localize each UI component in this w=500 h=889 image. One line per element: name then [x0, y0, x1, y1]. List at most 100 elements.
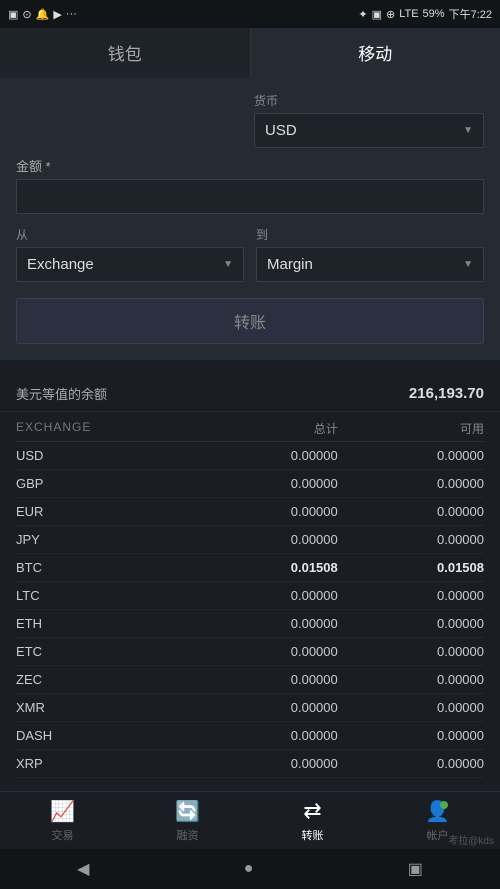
funding-icon: 🔄 [175, 799, 200, 824]
table-row: DASH0.000000.00000 [16, 722, 484, 750]
amount-input[interactable] [16, 179, 484, 214]
to-chevron-icon: ▼ [463, 259, 473, 270]
cell-total: 0.00000 [192, 616, 338, 631]
cell-total: 0.00000 [192, 504, 338, 519]
from-label: 从 [16, 226, 244, 243]
nfc-icon: ▣ [372, 8, 382, 21]
battery: 59% [423, 8, 445, 20]
cell-total: 0.00000 [192, 672, 338, 687]
bluetooth-icon: ✦ [358, 8, 367, 21]
cell-total: 0.00000 [192, 728, 338, 743]
cell-currency: LTC [16, 588, 192, 603]
nav-funding-label: 融资 [177, 827, 199, 843]
table-row: ZEC0.000000.00000 [16, 666, 484, 694]
nav-transfer[interactable]: ⇄ 转账 [250, 792, 375, 849]
key-icon: ⊕ [386, 8, 395, 21]
nav-trade-label: 交易 [52, 827, 74, 843]
back-button[interactable]: ◀ [77, 859, 89, 879]
recents-button[interactable]: ▣ [408, 859, 423, 879]
table-row: ETC0.000000.00000 [16, 638, 484, 666]
home-button[interactable]: ● [244, 860, 254, 878]
balance-section: 美元等值的余额 216,193.70 [0, 370, 500, 412]
table-row: GBP0.000000.00000 [16, 470, 484, 498]
app-icon-2: ⊙ [22, 8, 31, 21]
table-row: XMR0.000000.00000 [16, 694, 484, 722]
from-chevron-icon: ▼ [223, 259, 233, 270]
tab-wallet[interactable]: 钱包 [0, 28, 251, 78]
section-gap [0, 360, 500, 370]
table-row: EUR0.000000.00000 [16, 498, 484, 526]
trade-icon: 📈 [50, 799, 75, 824]
cell-total: 0.00000 [192, 532, 338, 547]
dots: ··· [66, 8, 77, 20]
cell-currency: USD [16, 448, 192, 463]
cell-currency: EUR [16, 504, 192, 519]
online-indicator [440, 801, 448, 809]
cell-available: 0.00000 [338, 756, 484, 771]
from-select[interactable]: Exchange ▼ [16, 247, 244, 282]
currency-value: USD [265, 122, 297, 139]
to-value: Margin [267, 256, 313, 273]
from-to-row: 从 Exchange ▼ 到 Margin ▼ [16, 226, 484, 282]
cell-available: 0.00000 [338, 700, 484, 715]
cell-available: 0.00000 [338, 532, 484, 547]
to-group: 到 Margin ▼ [256, 226, 484, 282]
cell-total: 0.00000 [192, 700, 338, 715]
amount-row: 金额 * [16, 156, 484, 214]
cell-currency: DASH [16, 728, 192, 743]
cell-currency: JPY [16, 532, 192, 547]
cell-currency: BTC [16, 560, 192, 575]
transfer-btn-row: 转账 [16, 298, 484, 344]
amount-label: 金额 * [16, 156, 484, 175]
table-row: XRP0.000000.00000 [16, 750, 484, 778]
table-row: USD0.000000.00000 [16, 442, 484, 470]
cell-available: 0.00000 [338, 616, 484, 631]
cell-available: 0.00000 [338, 476, 484, 491]
from-value: Exchange [27, 256, 94, 273]
chevron-down-icon: ▼ [463, 125, 473, 136]
status-bar: ▣ ⊙ 🔔 ▶ ··· ✦ ▣ ⊕ LTE 59% 下午7:22 [0, 0, 500, 28]
cell-total: 0.00000 [192, 448, 338, 463]
header-exchange: EXCHANGE [16, 420, 192, 437]
currency-label: 货币 [254, 92, 484, 109]
cell-currency: XMR [16, 700, 192, 715]
currency-select[interactable]: USD ▼ [254, 113, 484, 148]
cell-available: 0.00000 [338, 588, 484, 603]
status-left: ▣ ⊙ 🔔 ▶ ··· [8, 8, 77, 21]
signal-strength: LTE [399, 8, 418, 20]
table-header: EXCHANGE 总计 可用 [16, 412, 484, 442]
table-row: JPY0.000000.00000 [16, 526, 484, 554]
header-total: 总计 [192, 420, 338, 437]
nav-trade[interactable]: 📈 交易 [0, 792, 125, 849]
cell-total: 0.00000 [192, 588, 338, 603]
transfer-button[interactable]: 转账 [16, 298, 484, 344]
watermark: 考拉@kds [448, 832, 494, 847]
cell-currency: ZEC [16, 672, 192, 687]
cell-total: 0.00000 [192, 476, 338, 491]
cell-available: 0.00000 [338, 728, 484, 743]
time: 下午7:22 [449, 6, 492, 22]
table-section: EXCHANGE 总计 可用 USD0.000000.00000GBP0.000… [0, 412, 500, 778]
cell-currency: GBP [16, 476, 192, 491]
nav-funding[interactable]: 🔄 融资 [125, 792, 250, 849]
form-section: 货币 USD ▼ 金额 * 从 Exchange ▼ 到 Margin ▼ [0, 78, 500, 360]
table-row: LTC0.000000.00000 [16, 582, 484, 610]
cell-available: 0.00000 [338, 644, 484, 659]
top-tabs: 钱包 移动 [0, 28, 500, 78]
cell-available: 0.00000 [338, 672, 484, 687]
cell-available: 0.00000 [338, 504, 484, 519]
from-group: 从 Exchange ▼ [16, 226, 244, 282]
table-rows: USD0.000000.00000GBP0.000000.00000EUR0.0… [16, 442, 484, 778]
to-label: 到 [256, 226, 484, 243]
nav-account-label: 帐户 [427, 827, 449, 843]
currency-group: 货币 USD ▼ [254, 92, 484, 148]
nav-transfer-label: 转账 [302, 827, 324, 843]
tab-mobile[interactable]: 移动 [251, 28, 500, 78]
header-available: 可用 [338, 420, 484, 437]
cell-available: 0.01508 [338, 560, 484, 575]
cell-available: 0.00000 [338, 448, 484, 463]
table-row: ETH0.000000.00000 [16, 610, 484, 638]
cell-total: 0.01508 [192, 560, 338, 575]
to-select[interactable]: Margin ▼ [256, 247, 484, 282]
bottom-nav: 📈 交易 🔄 融资 ⇄ 转账 👤 帐户 [0, 791, 500, 849]
